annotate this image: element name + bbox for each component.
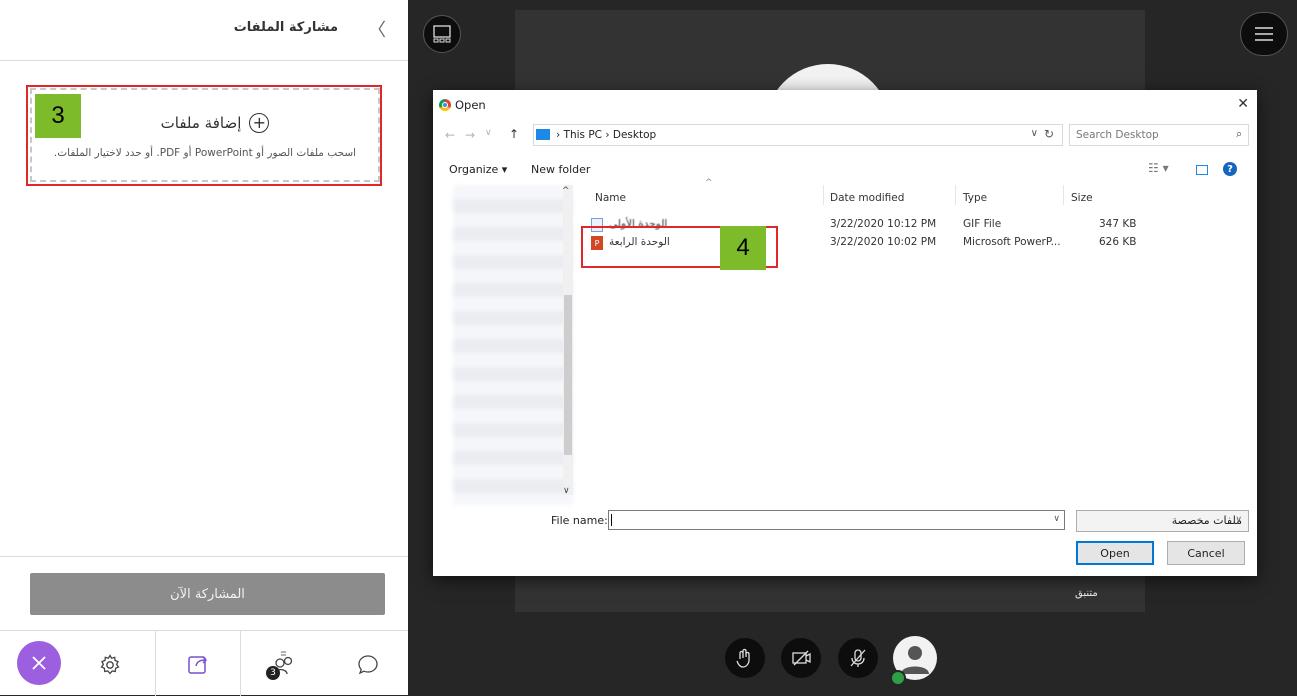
file-type-filter[interactable]: ملفات مخصصة ∨ <box>1076 510 1249 532</box>
open-button[interactable]: Open <box>1076 541 1154 565</box>
chat-button[interactable] <box>340 637 396 693</box>
step-badge-3: 3 <box>35 94 81 138</box>
dialog-title: Open <box>455 98 486 112</box>
nav-scrollbar-thumb[interactable] <box>564 295 572 455</box>
share-content-tab[interactable] <box>155 631 241 696</box>
preview-pane-icon[interactable] <box>1196 165 1208 175</box>
sort-indicator-icon: ^ <box>705 178 713 188</box>
filter-dropdown-icon[interactable]: ∨ <box>1235 515 1242 525</box>
col-divider <box>1063 185 1064 205</box>
menu-button[interactable] <box>1240 12 1288 56</box>
view-options-icon[interactable]: ☷ ▾ <box>1148 161 1169 175</box>
refresh-icon[interactable]: ↻ <box>1044 127 1054 141</box>
back-arrow-icon[interactable]: ← <box>445 128 455 142</box>
back-chevron-icon[interactable]: 〈 <box>368 16 386 42</box>
step-badge-4: 4 <box>720 226 766 270</box>
divider <box>0 556 408 557</box>
up-arrow-icon[interactable]: ↑ <box>509 127 519 141</box>
add-circle-icon: + <box>249 113 270 133</box>
file-date: 3/22/2020 10:02 PM <box>830 236 937 248</box>
filter-value: ملفات مخصصة <box>1171 514 1242 527</box>
participants-button[interactable] <box>255 637 311 693</box>
file-type: GIF File <box>963 218 1002 230</box>
close-icon <box>32 656 46 670</box>
hamburger-icon <box>1255 27 1273 41</box>
recent-dropdown-icon[interactable]: ∨ <box>485 128 492 138</box>
mic-toggle-button[interactable] <box>838 638 878 678</box>
layout-button[interactable] <box>423 15 461 53</box>
file-open-dialog: Open ✕ ← → ∨ ↑ › This PC › Desktop ∨ ↻ S… <box>433 90 1257 576</box>
address-bar[interactable]: › This PC › Desktop ∨ ↻ <box>533 124 1063 146</box>
address-dropdown-icon[interactable]: ∨ <box>1031 128 1038 139</box>
breadcrumb-desktop[interactable]: Desktop <box>613 129 656 141</box>
participants-count-badge: 3 <box>266 666 280 680</box>
organize-menu[interactable]: Organize ▾ <box>449 163 507 176</box>
col-name[interactable]: Name <box>595 192 626 204</box>
help-icon[interactable]: ? <box>1223 162 1237 176</box>
col-date[interactable]: Date modified <box>830 192 904 204</box>
file-name-input[interactable]: ∨ <box>608 510 1065 530</box>
mic-off-icon <box>850 649 866 667</box>
forward-arrow-icon[interactable]: → <box>465 128 475 142</box>
search-placeholder: Search Desktop <box>1076 129 1159 141</box>
chat-icon <box>358 655 378 675</box>
bottom-nav <box>0 630 408 696</box>
new-folder-button[interactable]: New folder <box>531 163 590 176</box>
camera-toggle-button[interactable] <box>781 638 821 678</box>
file-type: Microsoft PowerP... <box>963 236 1061 248</box>
speaker-label: متنبق <box>1075 588 1098 599</box>
add-files-subtitle: اسحب ملفات الصور أو PowerPoint أو PDF. أ… <box>53 147 357 159</box>
file-date: 3/22/2020 10:12 PM <box>830 218 937 230</box>
navigation-pane[interactable] <box>453 185 573 505</box>
breadcrumb-this-pc[interactable]: This PC <box>564 129 602 141</box>
chrome-icon <box>439 99 451 111</box>
breadcrumb: › This PC › Desktop <box>556 129 657 141</box>
hand-icon <box>736 648 750 668</box>
layout-icon <box>433 25 451 43</box>
col-size[interactable]: Size <box>1071 192 1093 204</box>
gear-icon <box>100 654 120 675</box>
file-size: 626 KB <box>1099 236 1137 248</box>
pc-icon <box>536 129 550 140</box>
text-cursor <box>611 514 612 526</box>
raise-hand-button[interactable] <box>725 638 765 678</box>
col-divider <box>955 185 956 205</box>
share-now-button[interactable]: المشاركة الآن <box>30 573 385 615</box>
panel-header <box>0 0 408 61</box>
share-icon <box>188 655 208 674</box>
settings-button[interactable] <box>82 637 138 693</box>
add-files-label: إضافة ملفات <box>160 114 242 132</box>
col-type[interactable]: Type <box>963 192 987 204</box>
add-files-title[interactable]: + إضافة ملفات <box>130 110 300 136</box>
file-share-panel: 〈 مشاركة الملفات 3 + إضافة ملفات اسحب مل… <box>0 0 408 696</box>
search-input[interactable]: Search Desktop ⌕ <box>1069 124 1249 146</box>
close-button[interactable] <box>17 641 61 685</box>
scroll-down-icon[interactable]: ∨ <box>563 486 570 496</box>
status-check-icon <box>890 670 906 686</box>
file-name-dropdown-icon[interactable]: ∨ <box>1053 514 1060 524</box>
camera-off-icon <box>792 650 811 666</box>
dialog-close-icon[interactable]: ✕ <box>1237 96 1249 112</box>
col-divider <box>823 185 824 205</box>
search-icon: ⌕ <box>1236 128 1242 140</box>
scroll-up-icon[interactable]: ^ <box>562 186 570 196</box>
cancel-button[interactable]: Cancel <box>1167 541 1245 565</box>
panel-title: مشاركة الملفات <box>233 20 338 35</box>
file-name-label: File name: <box>551 514 608 527</box>
file-size: 347 KB <box>1099 218 1137 230</box>
